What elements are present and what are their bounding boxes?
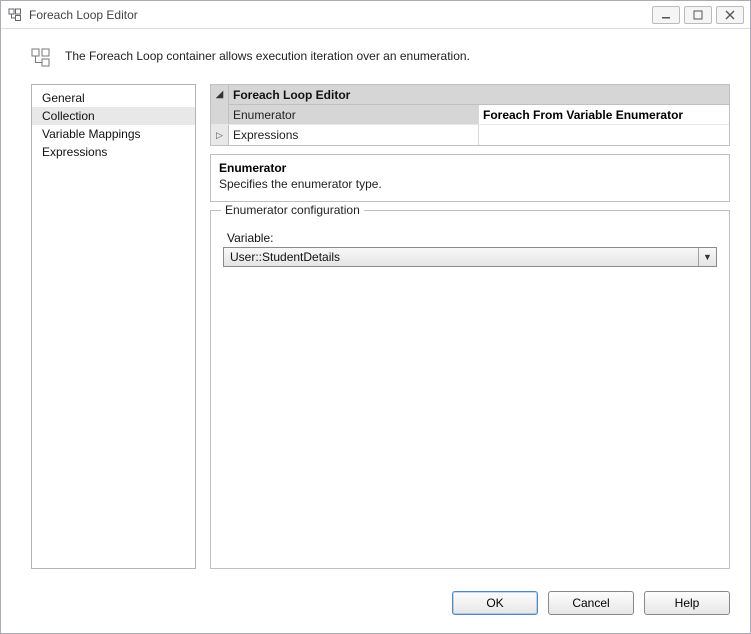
help-button[interactable]: Help bbox=[644, 591, 730, 615]
property-value[interactable] bbox=[479, 125, 729, 145]
variable-dropdown[interactable]: User::StudentDetails ▼ bbox=[223, 247, 717, 267]
window-controls bbox=[652, 6, 744, 24]
group-legend: Enumerator configuration bbox=[221, 203, 364, 217]
titlebar: Foreach Loop Editor bbox=[1, 1, 750, 29]
property-name: Expressions bbox=[229, 125, 479, 145]
variable-value: User::StudentDetails bbox=[224, 250, 698, 264]
property-category-row[interactable]: ◢ Foreach Loop Editor bbox=[211, 85, 729, 105]
window-title: Foreach Loop Editor bbox=[29, 8, 652, 22]
container-icon bbox=[31, 48, 51, 68]
nav-item-general[interactable]: General bbox=[32, 89, 195, 107]
enumerator-config-group: Enumerator configuration Variable: User:… bbox=[210, 210, 730, 569]
nav-item-expressions[interactable]: Expressions bbox=[32, 143, 195, 161]
chevron-down-icon: ▼ bbox=[698, 248, 716, 266]
property-row-enumerator[interactable]: Enumerator Foreach From Variable Enumera… bbox=[211, 105, 729, 125]
property-value[interactable]: Foreach From Variable Enumerator bbox=[479, 105, 729, 124]
ok-button[interactable]: OK bbox=[452, 591, 538, 615]
dialog-footer: OK Cancel Help bbox=[1, 579, 750, 633]
property-category-label: Foreach Loop Editor bbox=[229, 88, 729, 102]
maximize-button[interactable] bbox=[684, 6, 712, 24]
nav-item-collection[interactable]: Collection bbox=[32, 107, 195, 125]
header-strip: The Foreach Loop container allows execut… bbox=[1, 29, 750, 78]
row-gutter bbox=[211, 105, 229, 124]
right-pane: ◢ Foreach Loop Editor Enumerator Foreach… bbox=[210, 84, 730, 569]
expand-icon[interactable]: ▷ bbox=[211, 125, 229, 145]
close-button[interactable] bbox=[716, 6, 744, 24]
app-icon bbox=[7, 7, 23, 23]
description-panel: Enumerator Specifies the enumerator type… bbox=[210, 154, 730, 202]
content-area: General Collection Variable Mappings Exp… bbox=[1, 78, 750, 579]
property-name: Enumerator bbox=[229, 105, 479, 124]
description-text: Specifies the enumerator type. bbox=[219, 177, 721, 191]
description-title: Enumerator bbox=[219, 161, 721, 175]
collapse-icon[interactable]: ◢ bbox=[211, 85, 229, 105]
nav-panel: General Collection Variable Mappings Exp… bbox=[31, 84, 196, 569]
header-description: The Foreach Loop container allows execut… bbox=[65, 47, 470, 63]
cancel-button[interactable]: Cancel bbox=[548, 591, 634, 615]
nav-item-variable-mappings[interactable]: Variable Mappings bbox=[32, 125, 195, 143]
dialog-window: Foreach Loop Editor The Foreach Loop con… bbox=[0, 0, 751, 634]
property-row-expressions[interactable]: ▷ Expressions bbox=[211, 125, 729, 145]
variable-label: Variable: bbox=[227, 231, 717, 245]
property-grid: ◢ Foreach Loop Editor Enumerator Foreach… bbox=[210, 84, 730, 146]
minimize-button[interactable] bbox=[652, 6, 680, 24]
